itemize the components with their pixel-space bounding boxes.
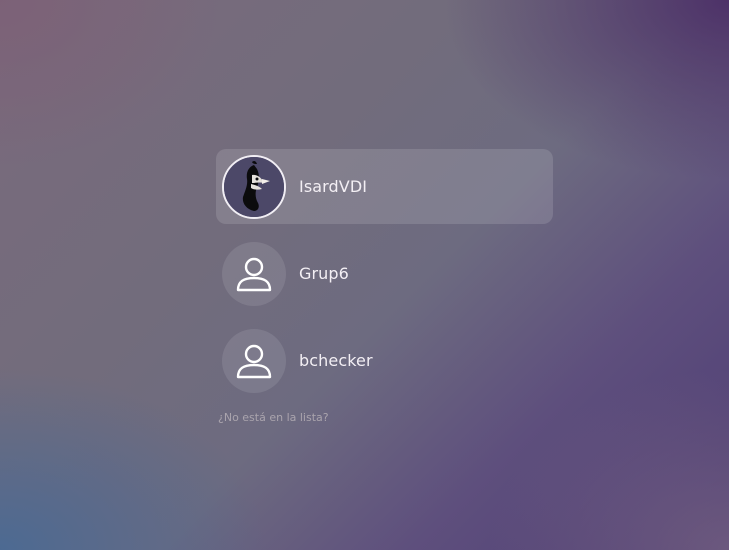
user-list: IsardVDI Grup6 bchecker	[216, 149, 553, 410]
isardvdi-logo-icon	[222, 155, 286, 219]
user-name-bchecker: bchecker	[299, 351, 373, 370]
user-row-bchecker[interactable]: bchecker	[216, 323, 553, 398]
default-user-icon	[222, 242, 286, 306]
user-name-grup6: Grup6	[299, 264, 349, 283]
not-listed-link[interactable]: ¿No está en la lista?	[218, 411, 329, 424]
user-row-grup6[interactable]: Grup6	[216, 236, 553, 311]
default-user-icon	[222, 329, 286, 393]
user-row-isardvdi[interactable]: IsardVDI	[216, 149, 553, 224]
user-name-isardvdi: IsardVDI	[299, 177, 368, 196]
